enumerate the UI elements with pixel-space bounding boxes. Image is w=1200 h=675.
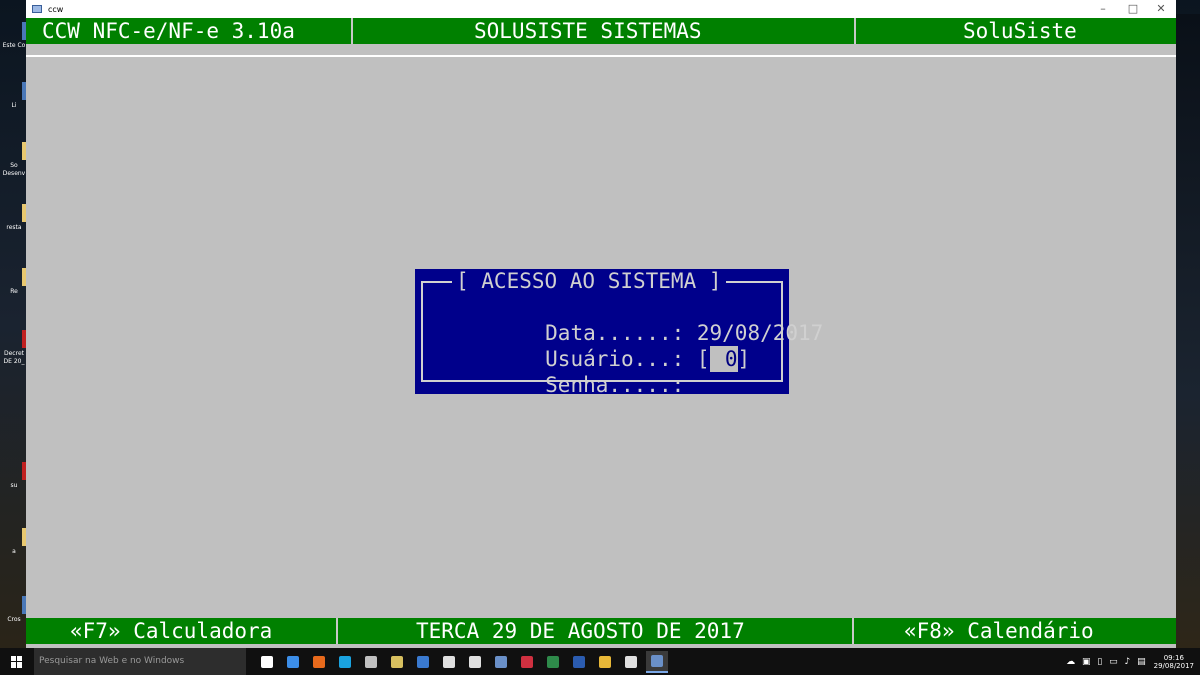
console-area: CCW NFC-e/NF-e 3.10a SOLUSISTE SISTEMAS … [26,18,1176,648]
password-label: Senha.....: [545,373,685,397]
footer-date-text: TERCA 29 DE AGOSTO DE 2017 [416,619,745,643]
desktop-icon-label: Li [11,102,17,109]
taskbar-app-button[interactable] [334,651,356,673]
excel-icon [547,655,559,668]
header-rule [26,55,1176,57]
start-button[interactable] [0,648,34,675]
header-separator [351,18,353,44]
window-title: ccw [48,4,64,14]
desktop-icon-recycle[interactable]: Li [0,82,32,110]
desktop-right-edge [1176,14,1200,648]
pdf-reader-icon [521,655,533,668]
virtualbox-icon [417,655,429,668]
taskbar-app-button[interactable] [594,651,616,673]
taskbar-app-button[interactable] [360,651,382,673]
footer-separator [852,618,854,644]
desktop-icon-label: resta [6,224,22,231]
terminal-icon [365,655,377,668]
taskbar-app-button[interactable] [282,651,304,673]
login-title: [ ACESSO AO SISTEMA ] [452,269,726,293]
clock-time: 09:16 [1163,653,1184,662]
cloud-icon-2 [469,655,481,668]
desktop-icon-label: Re [10,288,18,295]
taskbar-app-button[interactable] [464,651,486,673]
desktop-icon-label: a [12,548,16,555]
clock[interactable]: 09:16 29/08/2017 [1154,654,1194,670]
system-tray: ☁ ▣ ▯ ▭ ♪ ▤ 09:16 29/08/2017 [1066,648,1200,675]
taskbar-app-button[interactable] [568,651,590,673]
desktop-icon-pdf[interactable]: Decret DE 20_ [0,330,32,366]
header-left-text: CCW NFC-e/NF-e 3.10a [42,19,295,43]
header-bar: CCW NFC-e/NF-e 3.10a SOLUSISTE SISTEMAS … [26,18,1176,44]
calculator-shortcut[interactable]: «F7» Calculadora [70,618,272,644]
desktop-icon-label: So Desenv [2,162,26,177]
taskbar-app-button[interactable] [516,651,538,673]
taskbar-app-button[interactable] [308,651,330,673]
ccw-active-icon [651,654,663,667]
header-center-text: SOLUSISTE SISTEMAS [474,19,702,43]
ccw-icon [495,655,507,668]
maximize-button[interactable]: □ [1118,0,1148,18]
header-right-text: SoluSiste [963,19,1077,43]
user-field-close: ] [737,347,751,371]
network-icon [625,655,637,668]
desktop-icon-app-1[interactable]: su [0,462,32,490]
desktop-icon-folder-2[interactable]: resta [0,204,32,232]
desktop-icon-label: su [10,482,18,489]
user-row: Usuário...: [ 0] [444,320,750,372]
taskbar-app-button[interactable] [542,651,564,673]
clock-date: 29/08/2017 [1153,661,1194,670]
edge-icon [287,655,299,668]
app-window-icon [32,5,42,13]
taskbar-app-button[interactable] [490,651,512,673]
window-titlebar[interactable]: ccw – □ ✕ [26,0,1176,18]
cloud-icon [443,655,455,668]
close-button[interactable]: ✕ [1146,0,1176,18]
firefox-icon [313,655,325,668]
app-window: ccw – □ ✕ CCW NFC-e/NF-e 3.10a SOLUSISTE… [26,0,1176,648]
desktop-icon-folder-3[interactable]: Re [0,268,32,296]
calendar-shortcut[interactable]: «F8» Calendário [904,618,1094,644]
taskbar-apps [252,650,668,673]
task-view-icon [261,655,273,668]
desktop-icon-folder-4[interactable]: a [0,528,32,556]
windows-icon [11,655,23,668]
word-icon [573,655,585,668]
skype-icon [339,655,351,668]
taskbar-search[interactable]: Pesquisar na Web e no Windows [34,648,246,675]
desktop-icon-label: Cros [7,616,21,623]
taskbar-app-button[interactable] [646,650,668,673]
footer-separator [336,618,338,644]
date-row: Data......: 29/08/2017 [444,294,823,345]
password-row: Senha.....: [444,346,684,397]
tray-icons[interactable]: ☁ ▣ ▯ ▭ ♪ ▤ [1066,657,1148,667]
taskbar-app-button[interactable] [256,651,278,673]
explorer-icon [599,655,611,668]
desktop-icon-folder-1[interactable]: So Desenv [0,142,32,178]
desktop-icon-label: Decret DE 20_ [3,350,25,365]
footer-bar: «F7» Calculadora TERCA 29 DE AGOSTO DE 2… [26,618,1176,644]
desktop-icon-computer[interactable]: Este Co [0,22,32,50]
archive-icon [391,655,403,668]
taskbar-app-button[interactable] [412,651,434,673]
taskbar-app-button[interactable] [438,651,460,673]
taskbar: Pesquisar na Web e no Windows ☁ ▣ ▯ ▭ ♪ … [0,648,1200,675]
taskbar-app-button[interactable] [620,651,642,673]
user-input[interactable]: 0 [709,346,738,372]
taskbar-app-button[interactable] [386,651,408,673]
minimize-button[interactable]: – [1088,0,1118,18]
desktop-icon-app-2[interactable]: Cros [0,596,32,624]
login-dialog: [ ACESSO AO SISTEMA ] Data......: 29/08/… [415,269,823,397]
desktop-icon-label: Este Co [2,42,26,49]
header-separator [854,18,856,44]
